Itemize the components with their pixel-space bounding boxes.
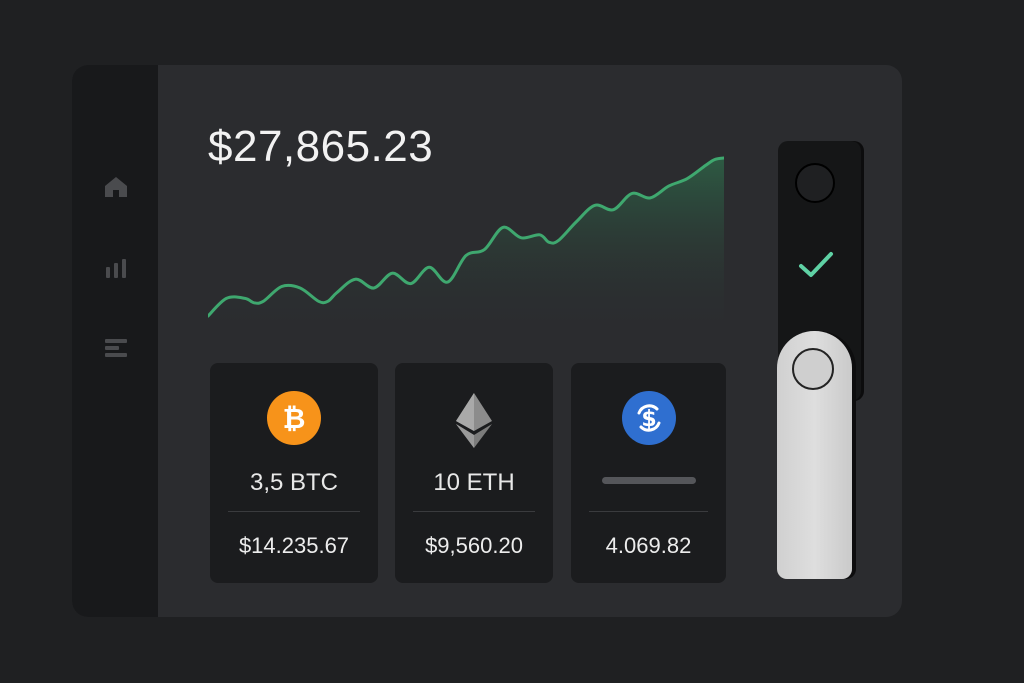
nav-home[interactable] (101, 172, 131, 202)
chart-area-fill (208, 158, 724, 340)
usdc-icon: $ (621, 391, 676, 445)
bar-chart-icon (106, 259, 126, 278)
asset-card-usdc[interactable]: $ 4.069.82 (571, 363, 726, 583)
menu-icon (105, 339, 127, 357)
ethereum-icon (456, 393, 492, 448)
bitcoin-icon: ₿ (267, 391, 321, 445)
device-cover-button[interactable] (792, 348, 834, 390)
card-divider (589, 511, 708, 512)
asset-card-eth[interactable]: 10 ETH $9,560.20 (395, 363, 553, 583)
asset-amount: 3,5 BTC (249, 469, 339, 496)
nav-stats[interactable] (101, 253, 131, 283)
asset-value: $14.235.67 (238, 533, 350, 558)
home-icon (105, 177, 127, 197)
asset-value: $9,560.20 (425, 533, 523, 558)
device-status (798, 250, 834, 285)
asset-card-btc[interactable]: ₿ 3,5 BTC $14.235.67 (210, 363, 378, 583)
asset-amount: 10 ETH (433, 469, 515, 496)
check-icon (799, 252, 833, 277)
portfolio-chart (208, 156, 724, 340)
card-divider (413, 511, 535, 512)
device-button[interactable] (795, 163, 835, 203)
nav-menu[interactable] (101, 333, 131, 363)
asset-value: 4.069.82 (605, 533, 692, 558)
sidebar (72, 65, 158, 617)
svg-text:₿: ₿ (283, 402, 306, 435)
svg-text:$: $ (641, 407, 656, 432)
asset-amount-placeholder (601, 477, 696, 484)
card-divider (228, 511, 360, 512)
